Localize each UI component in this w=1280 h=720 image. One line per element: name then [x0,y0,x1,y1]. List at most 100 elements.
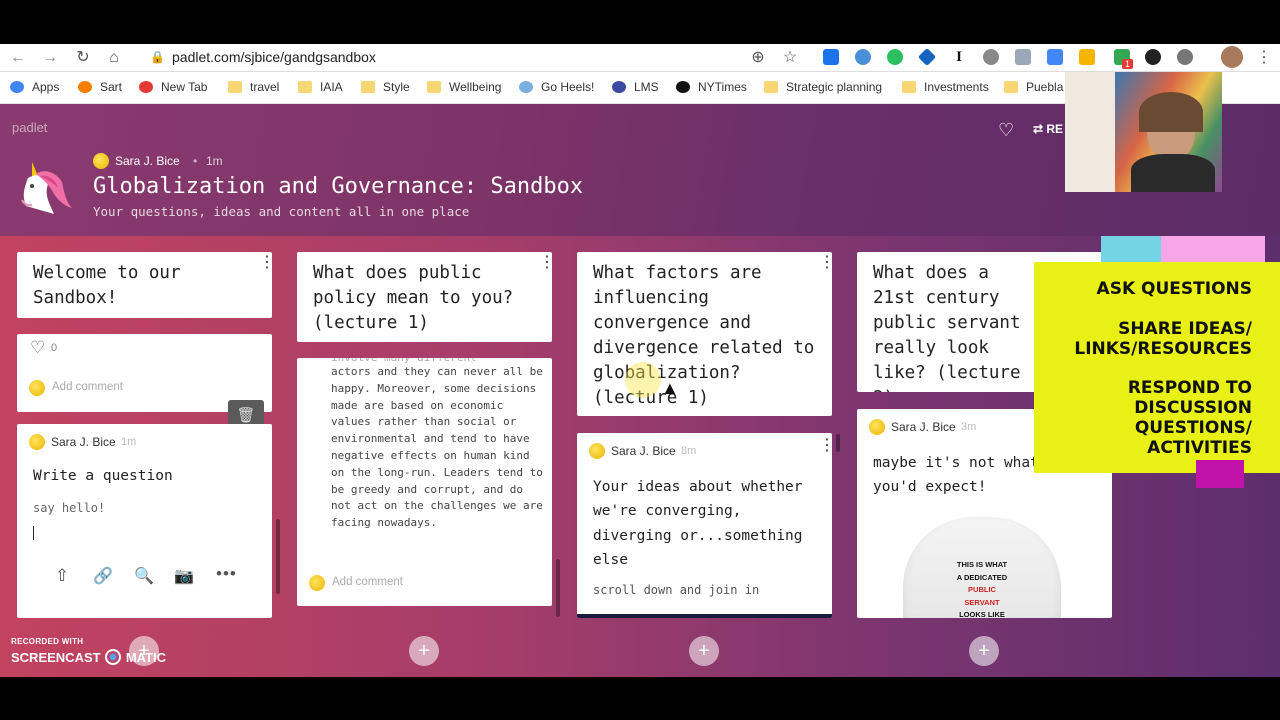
post-time: 8m [681,445,697,457]
scrollbar[interactable] [836,434,840,452]
add-comment[interactable]: Add comment [52,381,123,393]
extension-icon[interactable] [823,49,839,65]
home-icon[interactable]: ⌂ [104,48,124,68]
color-strip [1161,236,1265,262]
bookmark-label: Style [383,80,410,94]
scrollbar[interactable] [556,559,560,617]
camera-icon[interactable]: 📷 [174,566,194,586]
post-card[interactable]: Sara J. Bice 8m ⋮ Your ideas about wheth… [577,433,832,618]
column-header[interactable]: Welcome to our Sandbox! ⋮ [17,252,272,318]
bookmark-label: IAIA [320,80,343,94]
bookmark-wellbeing[interactable]: Wellbeing [427,80,501,94]
omnibox[interactable]: 🔒 padlet.com/sjbice/gandgsandbox [140,46,810,70]
author-avatar [29,434,45,450]
scrollbar[interactable] [276,519,280,594]
bookmark-label: Sart [100,80,123,94]
bookmark-label: Investments [924,80,989,94]
bookmark-nytimes[interactable]: NYTimes [676,80,747,94]
bookmark-label: Apps [32,80,60,94]
padlet-logo[interactable]: padlet [12,120,47,135]
kebab-icon[interactable]: ⋮ [819,255,832,271]
add-comment[interactable]: Add comment [332,576,403,588]
hat-image: THIS IS WHAT A DEDICATED PUBLIC SERVANT … [903,517,1061,618]
url-text[interactable]: padlet.com/sjbice/gandgsandbox [172,49,376,65]
post-body: actors and they can never all be happy. … [331,365,543,530]
add-icon[interactable]: ⊕ [748,48,768,68]
sticky-note: ASK QUESTIONS SHARE IDEAS/ LINKS/RESOURC… [1034,262,1280,473]
bookmark-go-heels[interactable]: Go Heels! [519,80,594,94]
column-header[interactable]: What does public policy mean to you? (le… [297,252,552,342]
column-header[interactable]: What factors are influencing convergence… [577,252,832,416]
heart-icon[interactable]: ♡ [30,338,45,358]
subject-input[interactable]: Write a question [33,468,173,484]
bookmark-investments[interactable]: Investments [902,80,989,94]
extension-icon[interactable] [1177,49,1193,65]
post-subject: Your ideas about whether we're convergin… [593,479,803,568]
extension-icon[interactable] [855,49,871,65]
screencast-logo-icon [105,649,122,665]
folder-icon [228,81,242,93]
compose-card[interactable]: Sara J. Bice 1m Write a question say hel… [17,424,272,618]
bookmark-travel[interactable]: travel [228,80,279,94]
post-body: scroll down and join in [593,583,760,597]
add-post-button[interactable]: + [689,636,719,666]
unicorn-icon [21,162,72,214]
post-card[interactable]: involve many different actors and they c… [297,358,552,606]
bookmark-apps[interactable]: Apps [10,80,59,94]
apps-grid-icon [10,81,24,93]
color-strip [1101,236,1161,262]
hat-text-line: LOOKS LIKE [959,610,1005,618]
more-icon[interactable]: ••• [216,564,237,584]
hat-text-line: A DEDICATED [956,572,1008,582]
post-author: Sara J. Bice [51,435,116,449]
add-post-button[interactable]: + [969,636,999,666]
extension-icon[interactable] [1079,49,1095,65]
watermark-top: RECORDED WITH [11,637,84,646]
blogger-icon [78,81,92,93]
back-icon[interactable]: ← [8,48,28,68]
remake-label: RE [1046,122,1064,136]
reload-icon[interactable]: ↻ [73,48,93,68]
body-input[interactable]: say hello! [33,501,105,515]
bookmark-strategic-planning[interactable]: Strategic planning [764,80,882,94]
bookmark-label: LMS [634,80,659,94]
kebab-icon[interactable]: ⋮ [819,438,832,454]
bookmark-label: NYTimes [698,80,747,94]
mouse-cursor: ▲ [661,378,679,398]
profile-avatar[interactable] [1221,46,1243,68]
extension-icon[interactable] [1145,49,1161,65]
bookmark-sart[interactable]: Sart [78,80,122,94]
bookmark-puebla[interactable]: Puebla [1004,80,1063,94]
note-line: LINKS/RESOURCES [1074,339,1252,359]
bookmark-new-tab[interactable]: New Tab [139,80,207,94]
kebab-icon[interactable]: ⋮ [539,255,552,271]
board-updated-time: 1m [206,154,223,168]
bookmark-lms[interactable]: LMS [612,80,659,94]
remake-button[interactable]: ⇄ RE [1033,122,1063,136]
image-search-icon[interactable]: 🔍 [134,566,154,586]
newtab-icon [139,81,153,93]
menu-icon[interactable]: ⋮ [1254,48,1274,68]
link-icon[interactable]: 🔗 [93,566,113,586]
upload-icon[interactable]: ⇧ [55,566,69,586]
add-post-button[interactable]: + [409,636,439,666]
bookmark-star-icon[interactable]: ☆ [780,48,800,68]
heart-icon[interactable]: ♡ [998,120,1014,141]
column-title: What does a 21st century public servant … [873,263,1021,392]
commenter-avatar [29,380,45,396]
author-avatar [869,419,885,435]
lms-icon [612,81,626,93]
instapaper-icon[interactable]: I [951,49,967,65]
translate-icon[interactable] [1047,49,1063,65]
extension-icon[interactable] [983,49,999,65]
note-line: ACTIVITIES [1147,438,1252,458]
evernote-icon[interactable] [887,49,903,65]
forward-icon[interactable]: → [40,48,60,68]
kebab-icon[interactable]: ⋮ [259,255,272,271]
bookmark-style[interactable]: Style [361,80,410,94]
webcam-overlay [1065,72,1222,192]
bookmark-iaia[interactable]: IAIA [298,80,343,94]
dropbox-icon[interactable] [1015,49,1031,65]
post-author: Sara J. Bice [611,444,676,458]
extension-icon[interactable] [917,47,937,67]
